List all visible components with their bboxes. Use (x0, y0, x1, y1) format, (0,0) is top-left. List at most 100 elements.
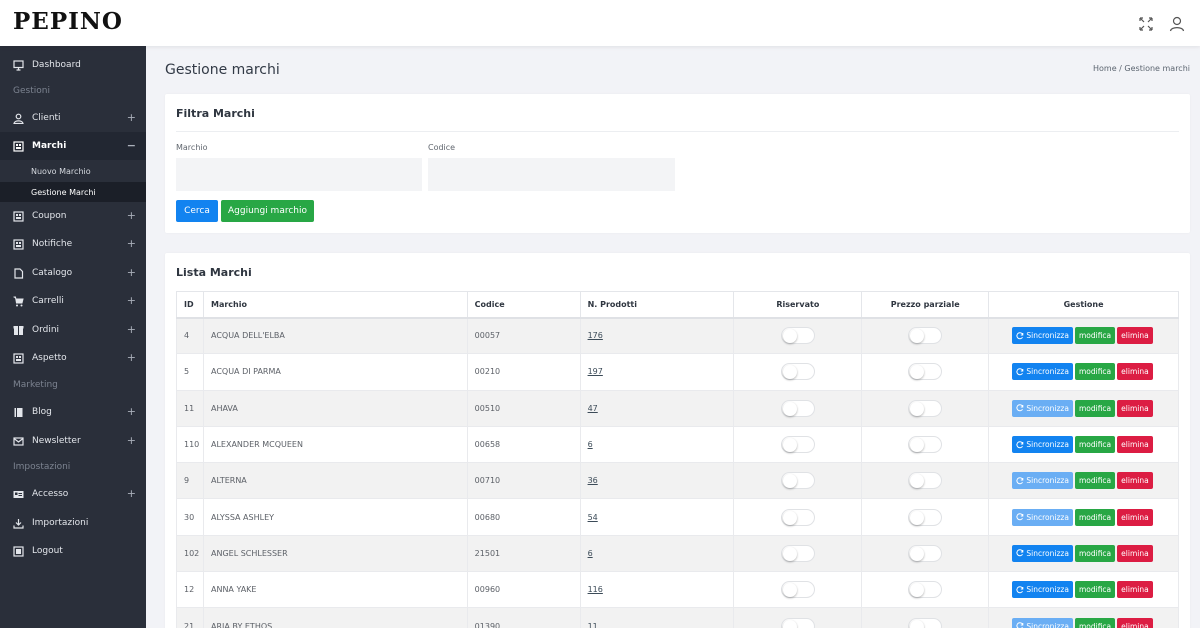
column-header-prodotti[interactable]: N. Prodotti (579, 291, 735, 319)
riservato-toggle[interactable] (780, 472, 815, 490)
sidebar-item-notifiche[interactable]: Notifiche + (0, 230, 146, 258)
sync-button[interactable]: Sincronizza (1012, 581, 1073, 599)
products-count-link[interactable]: 6 (588, 440, 593, 449)
sidebar-subitem-gestione-marchi[interactable]: Gestione Marchi (0, 182, 146, 202)
prezzo-parziale-toggle[interactable] (908, 472, 943, 490)
sidebar-item-clienti[interactable]: Clienti + (0, 104, 146, 132)
marchio-input[interactable] (176, 158, 422, 191)
riservato-toggle[interactable] (780, 399, 815, 417)
riservato-toggle[interactable] (780, 436, 815, 454)
prezzo-parziale-toggle[interactable] (908, 544, 943, 562)
sidebar-item-catalogo[interactable]: Catalogo + (0, 259, 146, 287)
delete-button[interactable]: elimina (1117, 363, 1153, 381)
expand-toggle[interactable]: + (127, 112, 136, 123)
prezzo-parziale-toggle[interactable] (908, 581, 943, 599)
breadcrumb[interactable]: Home / Gestione marchi (1093, 64, 1190, 73)
expand-toggle[interactable]: + (127, 488, 136, 499)
prezzo-parziale-toggle[interactable] (908, 617, 943, 628)
edit-button[interactable]: modifica (1074, 399, 1116, 417)
collapse-toggle[interactable]: − (127, 140, 136, 151)
riservato-toggle[interactable] (780, 581, 815, 599)
codice-input[interactable] (428, 158, 675, 191)
marchio-label: Marchio (176, 143, 208, 152)
sync-button[interactable]: Sincronizza (1012, 508, 1073, 526)
edit-button[interactable]: modifica (1074, 508, 1116, 526)
sidebar-item-newsletter[interactable]: Newsletter + (0, 427, 146, 455)
products-count-link[interactable]: 36 (588, 476, 598, 485)
expand-toggle[interactable]: + (127, 324, 136, 335)
edit-button[interactable]: modifica (1074, 544, 1116, 562)
sidebar-subitem-nuovo-marchio[interactable]: Nuovo Marchio (0, 161, 146, 181)
sidebar-item-aspetto[interactable]: Aspetto + (0, 344, 146, 372)
delete-button[interactable]: elimina (1117, 399, 1153, 417)
sidebar-item-coupon[interactable]: Coupon + (0, 202, 146, 230)
products-count-link[interactable]: 54 (588, 513, 598, 522)
sync-button[interactable]: Sincronizza (1012, 544, 1073, 562)
cell-marchio: ALEXANDER MCQUEEN (202, 425, 468, 464)
delete-button[interactable]: elimina (1117, 544, 1153, 562)
sidebar-item-marchi[interactable]: Marchi − (0, 132, 146, 160)
riservato-toggle[interactable] (780, 363, 815, 381)
column-header-marchio[interactable]: Marchio (202, 291, 468, 319)
column-header-id[interactable]: ID (176, 291, 204, 319)
prezzo-parziale-toggle[interactable] (908, 508, 943, 526)
user-icon[interactable] (1168, 15, 1186, 33)
products-count-link[interactable]: 116 (588, 585, 603, 594)
sidebar-item-dashboard[interactable]: Dashboard (0, 51, 146, 79)
edit-button[interactable]: modifica (1074, 327, 1116, 345)
edit-button[interactable]: modifica (1074, 436, 1116, 454)
delete-button[interactable]: elimina (1117, 617, 1153, 628)
column-header-codice[interactable]: Codice (466, 291, 581, 319)
edit-button[interactable]: modifica (1074, 363, 1116, 381)
riservato-toggle[interactable] (780, 544, 815, 562)
delete-button[interactable]: elimina (1117, 581, 1153, 599)
cell-codice: 00960 (466, 571, 581, 609)
sidebar-item-blog[interactable]: Blog + (0, 398, 146, 426)
book-icon (14, 407, 23, 417)
delete-button[interactable]: elimina (1117, 472, 1153, 490)
sync-button[interactable]: Sincronizza (1012, 399, 1073, 417)
sidebar-item-importazioni[interactable]: Importazioni (0, 509, 146, 537)
expand-toggle[interactable]: + (127, 238, 136, 249)
edit-button[interactable]: modifica (1074, 617, 1116, 628)
delete-button[interactable]: elimina (1117, 508, 1153, 526)
sync-button[interactable]: Sincronizza (1012, 436, 1073, 454)
expand-toggle[interactable]: + (127, 435, 136, 446)
expand-toggle[interactable]: + (127, 267, 136, 278)
expand-toggle[interactable]: + (127, 352, 136, 363)
sync-button[interactable]: Sincronizza (1012, 363, 1073, 381)
expand-toggle[interactable]: + (127, 295, 136, 306)
sidebar-item-logout[interactable]: Logout (0, 537, 146, 565)
products-count-link[interactable]: 11 (588, 622, 598, 628)
riservato-toggle[interactable] (780, 508, 815, 526)
products-count-link[interactable]: 197 (588, 367, 603, 376)
app-logo[interactable]: PEPINO (13, 8, 123, 35)
prezzo-parziale-toggle[interactable] (908, 436, 943, 454)
edit-button[interactable]: modifica (1074, 581, 1116, 599)
expand-icon[interactable] (1137, 15, 1155, 33)
sidebar-item-ordini[interactable]: Ordini + (0, 316, 146, 344)
cell-gestione: Sincronizza modifica elimina (988, 316, 1179, 355)
expand-toggle[interactable]: + (127, 406, 136, 417)
prezzo-parziale-toggle[interactable] (908, 327, 943, 345)
products-count-link[interactable]: 47 (588, 404, 598, 413)
sidebar-item-accesso[interactable]: Accesso + (0, 480, 146, 508)
sync-button[interactable]: Sincronizza (1012, 327, 1073, 345)
sidebar-item-carrelli[interactable]: Carrelli + (0, 287, 146, 315)
products-count-link[interactable]: 6 (588, 549, 593, 558)
delete-button[interactable]: elimina (1117, 436, 1153, 454)
sync-button[interactable]: Sincronizza (1012, 617, 1073, 628)
sync-button[interactable]: Sincronizza (1012, 472, 1073, 490)
delete-button[interactable]: elimina (1117, 327, 1153, 345)
prezzo-parziale-toggle[interactable] (908, 363, 943, 381)
riservato-toggle[interactable] (780, 617, 815, 628)
products-count-link[interactable]: 176 (588, 331, 603, 340)
add-brand-button[interactable]: Aggiungi marchio (221, 200, 314, 222)
column-header-riservato[interactable]: Riservato (733, 291, 863, 319)
prezzo-parziale-toggle[interactable] (908, 399, 943, 417)
search-button[interactable]: Cerca (176, 200, 218, 222)
riservato-toggle[interactable] (780, 327, 815, 345)
edit-button[interactable]: modifica (1074, 472, 1116, 490)
column-header-prezzo-parziale[interactable]: Prezzo parziale (861, 291, 990, 319)
expand-toggle[interactable]: + (127, 210, 136, 221)
